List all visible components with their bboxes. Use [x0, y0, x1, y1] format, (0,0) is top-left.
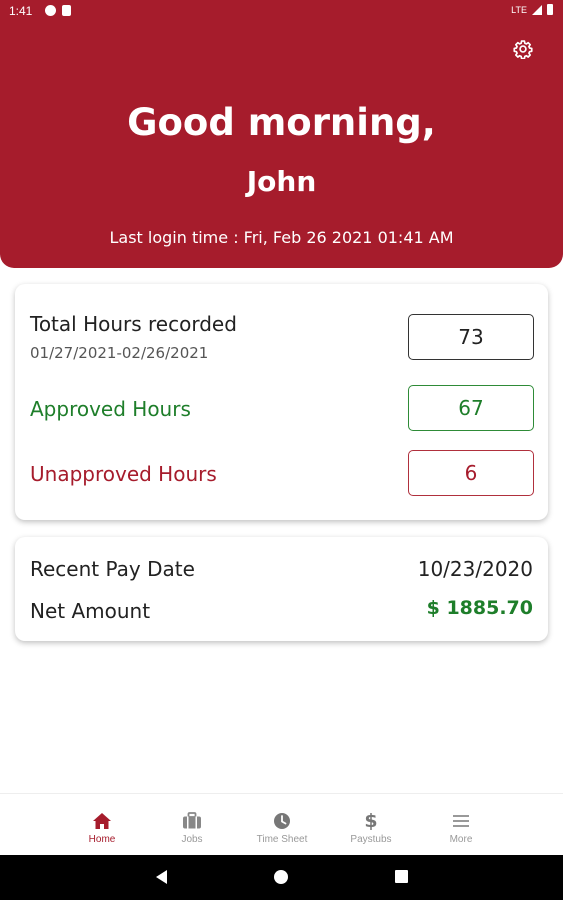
date-range: 01/27/2021-02/26/2021	[30, 344, 209, 362]
home-circle-icon[interactable]	[274, 870, 288, 884]
hours-card: Total Hours recorded 01/27/2021-02/26/20…	[15, 284, 548, 520]
nav-paystubs[interactable]: $ Paystubs	[331, 811, 411, 845]
net-amount-value: $ 1885.70	[426, 597, 533, 619]
home-icon	[93, 813, 111, 829]
nav-time-sheet-label: Time Sheet	[256, 834, 308, 845]
back-icon[interactable]	[156, 870, 167, 884]
menu-icon	[453, 815, 469, 827]
signal-icon	[532, 4, 542, 15]
nav-time-sheet[interactable]: Time Sheet	[242, 811, 322, 845]
nav-home-label: Home	[88, 834, 116, 845]
net-amount-label: Net Amount	[30, 599, 151, 623]
status-bar: 1:41 LTE	[0, 0, 563, 24]
unapproved-hours-label: Unapproved Hours	[30, 462, 217, 486]
unapproved-hours-value: 6	[408, 450, 534, 496]
network-type: LTE	[511, 4, 527, 15]
recent-pay-date: 10/23/2020	[417, 557, 533, 581]
clock-icon	[274, 813, 290, 829]
status-time: 1:41	[9, 4, 33, 18]
last-login-time: Last login time : Fri, Feb 26 2021 01:41…	[109, 228, 454, 247]
total-hours-value: 73	[408, 314, 534, 360]
recent-apps-icon[interactable]	[395, 870, 408, 883]
sd-card-icon	[62, 5, 71, 16]
briefcase-icon	[183, 812, 201, 829]
total-hours-label: Total Hours recorded	[30, 312, 237, 336]
notification-icons	[45, 5, 71, 16]
settings-button[interactable]	[512, 38, 534, 60]
nav-more-label: More	[449, 834, 473, 845]
dollar-icon: $	[364, 810, 378, 832]
nav-paystubs-label: Paystubs	[350, 834, 392, 845]
user-name: John	[246, 165, 317, 198]
battery-icon	[547, 4, 553, 15]
nav-jobs[interactable]: Jobs	[152, 811, 232, 845]
nav-jobs-label: Jobs	[181, 834, 203, 845]
gear-icon	[513, 40, 533, 59]
approved-hours-value: 67	[408, 385, 534, 431]
system-navigation-bar	[0, 855, 563, 900]
approved-hours-label: Approved Hours	[30, 397, 191, 421]
status-right: LTE	[511, 4, 553, 15]
greeting-title: Good morning,	[127, 101, 436, 144]
nav-home[interactable]: Home	[62, 811, 142, 845]
pay-card: Recent Pay Date 10/23/2020 Net Amount $ …	[15, 537, 548, 641]
header-banner: 1:41 LTE Good morning, John Last login t…	[0, 0, 563, 268]
recent-pay-label: Recent Pay Date	[30, 557, 195, 581]
notification-icon	[45, 5, 56, 16]
nav-more[interactable]: More	[421, 811, 501, 845]
bottom-navigation: Home Jobs Time Sheet $ Paystubs More	[0, 793, 563, 855]
